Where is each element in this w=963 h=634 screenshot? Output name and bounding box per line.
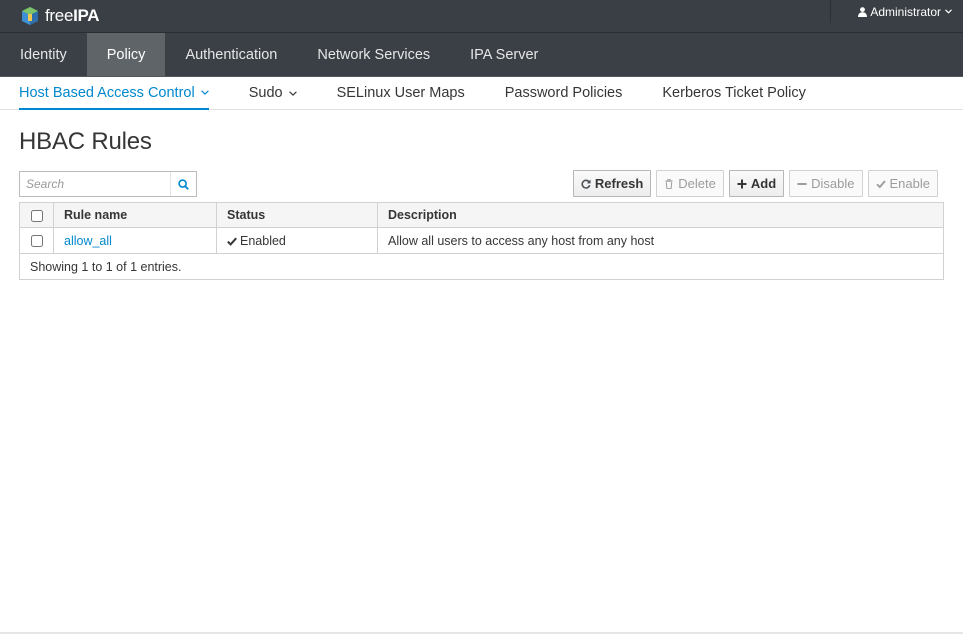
freeipa-logo-icon [22, 7, 38, 25]
chevron-down-icon [288, 90, 297, 96]
disable-button[interactable]: Disable [789, 170, 863, 197]
subnav-item-label: SELinux User Maps [336, 85, 465, 101]
check-icon [875, 179, 886, 188]
refresh-icon [581, 179, 591, 189]
nav-item-identity[interactable]: Identity [0, 33, 87, 76]
primary-nav: Identity Policy Authentication Network S… [0, 33, 963, 77]
subnav-item-sudo[interactable]: Sudo [249, 77, 297, 109]
action-toolbar: Refresh Delete Add Disable Enable [572, 170, 938, 197]
rule-name-link[interactable]: allow_all [64, 234, 112, 248]
enable-button[interactable]: Enable [867, 170, 938, 197]
nav-item-ipa-server[interactable]: IPA Server [450, 33, 558, 76]
add-button[interactable]: Add [728, 170, 785, 197]
table-header-row: Rule name Status Description [19, 202, 944, 228]
chevron-down-icon [200, 90, 209, 95]
nav-item-authentication[interactable]: Authentication [165, 33, 297, 76]
hbac-rules-table: Rule name Status Description allow_all E… [19, 202, 944, 280]
enable-label: Enable [889, 176, 930, 191]
nav-item-policy[interactable]: Policy [86, 33, 166, 76]
pagination-summary: Showing 1 to 1 of 1 entries. [19, 253, 944, 280]
search-box [19, 171, 197, 197]
row-select-cell [19, 227, 54, 254]
subnav-item-hbac[interactable]: Host Based Access Control [19, 77, 209, 110]
subnav-item-password-policies[interactable]: Password Policies [505, 77, 623, 109]
status-cell: Enabled [216, 227, 378, 254]
page-title: HBAC Rules [19, 128, 152, 155]
table-footer-row: Showing 1 to 1 of 1 entries. [19, 253, 944, 280]
subnav-item-label: Host Based Access Control [19, 84, 195, 101]
brand-name: freeIPA [45, 6, 100, 25]
user-icon [858, 6, 868, 17]
plus-icon [737, 179, 747, 188]
refresh-button[interactable]: Refresh [572, 170, 652, 197]
select-all-cell [19, 202, 54, 228]
secondary-nav: Host Based Access Control Sudo SELinux U… [0, 77, 963, 110]
subnav-item-selinux-user-maps[interactable]: SELinux User Maps [337, 77, 465, 109]
search-input[interactable] [20, 172, 170, 196]
rule-name-cell: allow_all [53, 227, 217, 254]
subnav-item-kerberos-ticket-policy[interactable]: Kerberos Ticket Policy [662, 77, 805, 109]
column-header-rule-name[interactable]: Rule name [53, 202, 217, 228]
status-text: Enabled [240, 233, 286, 248]
column-header-status[interactable]: Status [216, 202, 378, 228]
user-menu-label: Administrator [870, 4, 941, 19]
delete-button[interactable]: Delete [656, 170, 724, 197]
minus-icon [797, 182, 807, 185]
subnav-item-label: Sudo [248, 85, 283, 101]
add-label: Add [750, 176, 777, 191]
search-button[interactable] [170, 172, 196, 196]
subnav-item-label: Password Policies [504, 85, 623, 101]
search-icon [178, 178, 189, 190]
subnav-item-label: Kerberos Ticket Policy [662, 85, 806, 101]
trash-icon [665, 178, 673, 189]
check-icon [227, 237, 237, 246]
brand[interactable]: freeIPA [21, 5, 100, 27]
masthead: freeIPA Administrator [0, 0, 963, 33]
chevron-down-icon [945, 9, 952, 14]
description-cell: Allow all users to access any host from … [377, 227, 944, 254]
row-checkbox[interactable] [30, 235, 43, 248]
column-header-description[interactable]: Description [377, 202, 944, 228]
nav-item-network-services[interactable]: Network Services [297, 33, 450, 76]
user-menu[interactable]: Administrator [830, 0, 963, 23]
select-all-checkbox[interactable] [30, 209, 43, 222]
disable-label: Disable [811, 176, 855, 191]
delete-label: Delete [678, 176, 716, 191]
table-row: allow_all Enabled Allow all users to acc… [19, 227, 944, 254]
refresh-label: Refresh [594, 176, 644, 191]
